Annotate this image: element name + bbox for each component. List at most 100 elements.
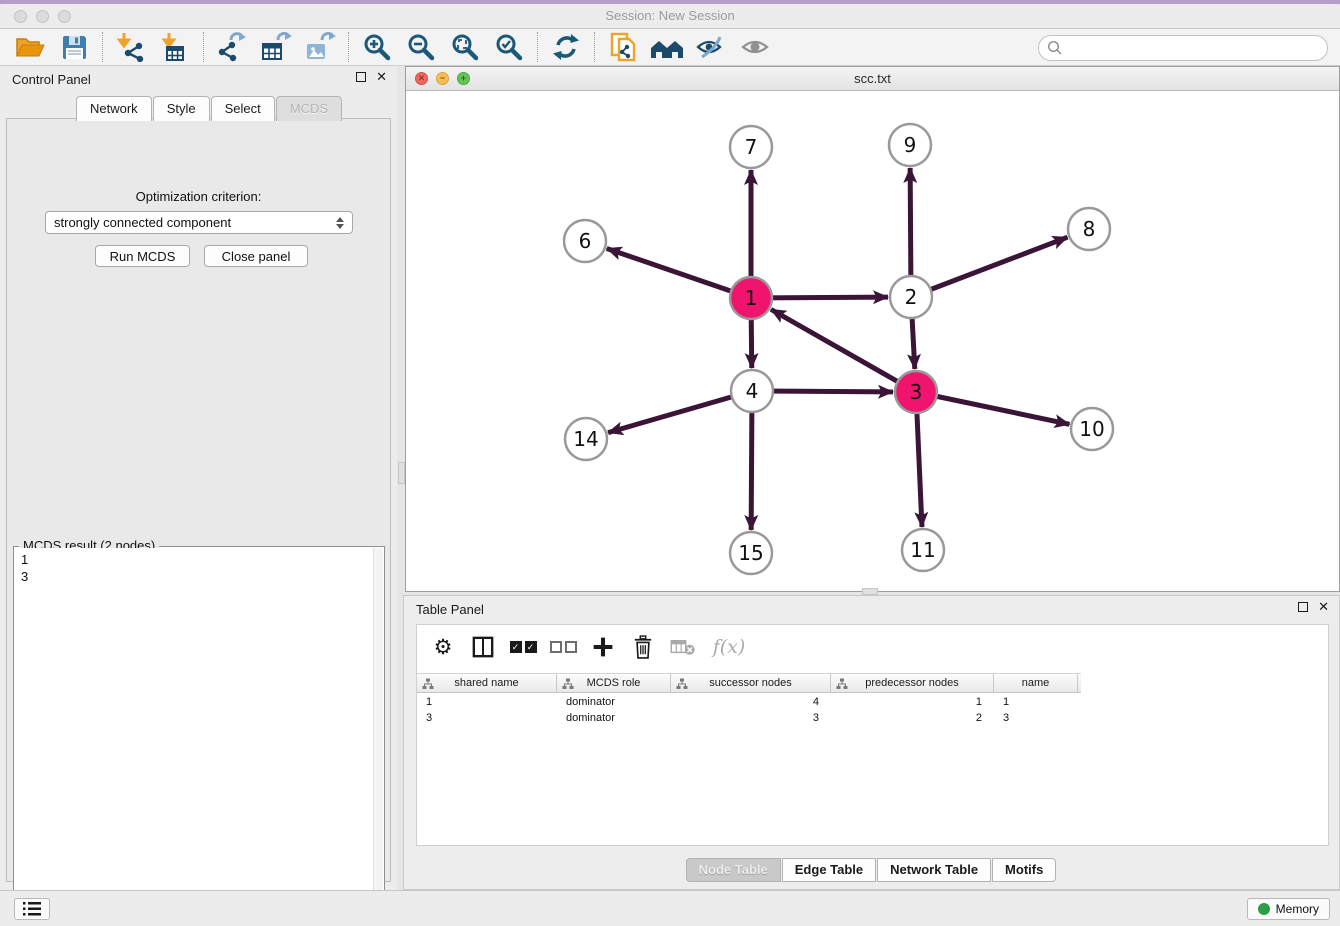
graph-node[interactable]: 3 <box>895 371 937 413</box>
houses-button[interactable] <box>645 30 689 64</box>
columns-icon <box>472 636 494 658</box>
graph-node[interactable]: 2 <box>890 276 932 318</box>
column-header-shared-name[interactable]: shared name <box>417 674 557 692</box>
graph-node-label: 6 <box>579 229 592 253</box>
select-all-button[interactable]: ✓ ✓ <box>507 631 539 663</box>
delete-column-button[interactable] <box>627 631 659 663</box>
graph-node[interactable]: 14 <box>565 418 607 460</box>
memory-button[interactable]: Memory <box>1247 898 1330 920</box>
graph-node[interactable]: 11 <box>902 529 944 571</box>
unselect-all-button[interactable] <box>547 631 579 663</box>
column-header-successor-nodes[interactable]: successor nodes <box>671 674 831 692</box>
open-folder-icon <box>15 34 45 60</box>
graph-node-label: 11 <box>910 538 935 562</box>
horizontal-splitter-handle[interactable] <box>862 588 878 595</box>
column-tree-icon <box>836 678 848 690</box>
close-panel-button[interactable]: Close panel <box>204 245 308 267</box>
tab-network-table[interactable]: Network Table <box>877 858 991 882</box>
toolbar-separator <box>348 32 349 62</box>
graph-node[interactable]: 7 <box>730 126 772 168</box>
export-network-button[interactable] <box>210 30 254 64</box>
refresh-button[interactable] <box>544 30 588 64</box>
unchecked-box-icon <box>565 641 577 653</box>
graph-node-label: 4 <box>746 379 759 403</box>
graph-node[interactable]: 15 <box>730 532 772 574</box>
export-image-button[interactable] <box>298 30 342 64</box>
control-panel-tabs: Network Style Select MCDS <box>76 96 343 121</box>
clone-network-icon <box>609 32 637 62</box>
table-row[interactable]: 1 dominator 4 1 1 <box>417 694 1328 710</box>
graph-edge[interactable] <box>608 391 752 433</box>
graph-edge[interactable] <box>771 309 916 392</box>
zoom-out-button[interactable] <box>399 30 443 64</box>
memory-status-icon <box>1258 903 1270 915</box>
graph-node[interactable]: 4 <box>731 370 773 412</box>
search-box[interactable] <box>1038 35 1328 61</box>
mcds-panel-body: Optimization criterion: strongly connect… <box>6 118 391 882</box>
graph-node[interactable]: 9 <box>889 124 931 166</box>
criterion-select[interactable]: strongly connected component <box>45 211 353 234</box>
add-column-button[interactable] <box>587 631 619 663</box>
tab-network[interactable]: Network <box>76 96 152 121</box>
float-table-panel-icon[interactable] <box>1298 602 1308 612</box>
column-header-mcds-role[interactable]: MCDS role <box>557 674 671 692</box>
zoom-fit-button[interactable] <box>443 30 487 64</box>
result-scrollbar[interactable] <box>373 548 383 926</box>
tab-edge-table[interactable]: Edge Table <box>782 858 876 882</box>
network-window-titlebar[interactable]: ✕ − + scc.txt <box>406 67 1339 91</box>
vertical-splitter-handle[interactable] <box>398 462 405 484</box>
graph-edge[interactable] <box>911 237 1068 297</box>
toolbar-separator <box>203 32 204 62</box>
run-mcds-button[interactable]: Run MCDS <box>95 245 190 267</box>
zoom-fit-icon <box>451 33 479 61</box>
graph-node-label: 8 <box>1083 217 1096 241</box>
close-panel-icon[interactable]: ✕ <box>376 72 387 82</box>
checked-box-icon: ✓ <box>510 641 522 653</box>
function-builder-button[interactable]: f(x) <box>707 631 751 663</box>
table-panel-title: Table Panel <box>416 602 484 617</box>
window-titlebar[interactable]: Session: New Session <box>0 4 1340 29</box>
import-network-button[interactable] <box>109 30 153 64</box>
save-session-button[interactable] <box>52 30 96 64</box>
tab-node-table[interactable]: Node Table <box>686 858 781 882</box>
graph-edge[interactable] <box>607 248 751 298</box>
network-view-window: ✕ − + scc.txt 1 2 3 4 6 7 8 9 10 11 14 15 <box>405 66 1340 592</box>
show-details-button[interactable] <box>733 30 777 64</box>
column-header-predecessor-nodes[interactable]: predecessor nodes <box>831 674 994 692</box>
show-columns-button[interactable] <box>467 631 499 663</box>
graph-node-label: 2 <box>905 285 918 309</box>
eye-icon <box>740 35 770 59</box>
open-session-button[interactable] <box>8 30 52 64</box>
graph-edge[interactable] <box>916 392 1069 424</box>
network-canvas[interactable]: 1 2 3 4 6 7 8 9 10 11 14 15 <box>406 91 1339 591</box>
float-panel-icon[interactable] <box>356 72 366 82</box>
destroy-table-button[interactable] <box>667 631 699 663</box>
control-panel-header: Control Panel ✕ <box>0 68 397 92</box>
graph-node[interactable]: 10 <box>1071 408 1113 450</box>
task-history-button[interactable] <box>14 898 50 920</box>
select-spinner-icon <box>336 217 344 229</box>
table-settings-button[interactable]: ⚙ <box>427 631 459 663</box>
graph-node[interactable]: 1 <box>730 277 772 319</box>
import-table-button[interactable] <box>153 30 197 64</box>
import-table-icon <box>160 32 190 62</box>
graph-node-label: 1 <box>745 286 758 310</box>
plus-icon <box>592 636 614 658</box>
tab-select[interactable]: Select <box>211 96 275 121</box>
column-header-name[interactable]: name <box>994 674 1078 692</box>
clone-network-button[interactable] <box>601 30 645 64</box>
graph-node[interactable]: 6 <box>564 220 606 262</box>
mcds-result-text[interactable]: 1 3 <box>15 548 373 926</box>
tab-style[interactable]: Style <box>153 96 210 121</box>
close-table-panel-icon[interactable]: ✕ <box>1318 602 1329 612</box>
tab-mcds[interactable]: MCDS <box>276 96 342 121</box>
hide-details-button[interactable] <box>689 30 733 64</box>
zoom-selected-button[interactable] <box>487 30 531 64</box>
graph-node[interactable]: 8 <box>1068 208 1110 250</box>
graph-node-label: 3 <box>910 380 923 404</box>
table-row[interactable]: 3 dominator 3 2 3 <box>417 710 1328 726</box>
zoom-in-button[interactable] <box>355 30 399 64</box>
tab-motifs[interactable]: Motifs <box>992 858 1056 882</box>
export-table-icon <box>260 32 292 62</box>
export-table-button[interactable] <box>254 30 298 64</box>
